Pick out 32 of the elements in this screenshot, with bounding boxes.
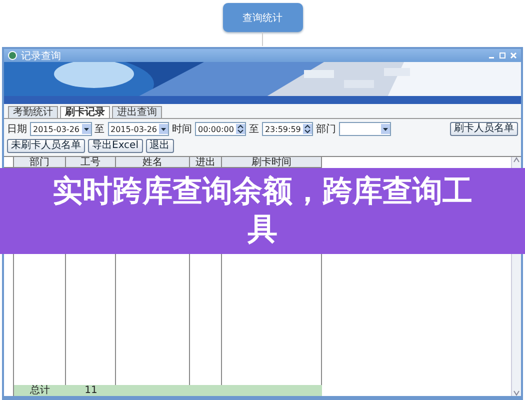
field-label: 部门 bbox=[316, 122, 336, 136]
date-field[interactable]: 2015-03-26 bbox=[30, 122, 92, 136]
app-icon bbox=[8, 51, 17, 60]
date-field[interactable]: 2015-03-26 bbox=[108, 122, 169, 136]
tab[interactable]: 考勤统计 bbox=[8, 106, 58, 118]
banner-title: 实时跨库查询余额，跨库查询工具 bbox=[52, 173, 474, 249]
column-header: 刷卡时间 bbox=[222, 157, 322, 168]
toolbar-button[interactable]: 导出Excel bbox=[88, 139, 142, 153]
time-field[interactable]: 23:59:59 bbox=[262, 122, 313, 136]
toolbar-button[interactable]: 刷卡人员名单 bbox=[450, 122, 518, 136]
total-cell-text: 总计 bbox=[29, 385, 51, 396]
field-label: 至 bbox=[248, 123, 259, 136]
department-dropdown[interactable] bbox=[338, 122, 391, 136]
total-cell-text: 11 bbox=[84, 385, 98, 396]
window-title: 记录查询 bbox=[21, 50, 61, 62]
toolbar-button[interactable]: 退出 bbox=[146, 139, 174, 153]
toolbar-button[interactable]: 未刷卡人员名单 bbox=[7, 139, 85, 153]
time-field[interactable]: 00:00:00 bbox=[195, 122, 246, 136]
column-header: 工号 bbox=[66, 157, 116, 168]
tab[interactable]: 进出查询 bbox=[112, 106, 162, 118]
column-header: 进出 bbox=[190, 157, 222, 168]
maximize-icon[interactable] bbox=[499, 52, 506, 59]
tab[interactable]: 刷卡记录 bbox=[60, 106, 110, 118]
spinner-icon[interactable] bbox=[302, 124, 312, 134]
spinner-icon[interactable] bbox=[236, 124, 245, 134]
field-label: 至 bbox=[94, 123, 104, 136]
scroll-up-icon[interactable] bbox=[513, 157, 520, 163]
scroll-down-icon[interactable] bbox=[513, 390, 520, 396]
field-label: 时间 bbox=[172, 122, 192, 136]
close-icon[interactable] bbox=[510, 52, 517, 59]
column-header: 姓名 bbox=[116, 157, 190, 168]
field-label: 日期 bbox=[7, 122, 27, 136]
